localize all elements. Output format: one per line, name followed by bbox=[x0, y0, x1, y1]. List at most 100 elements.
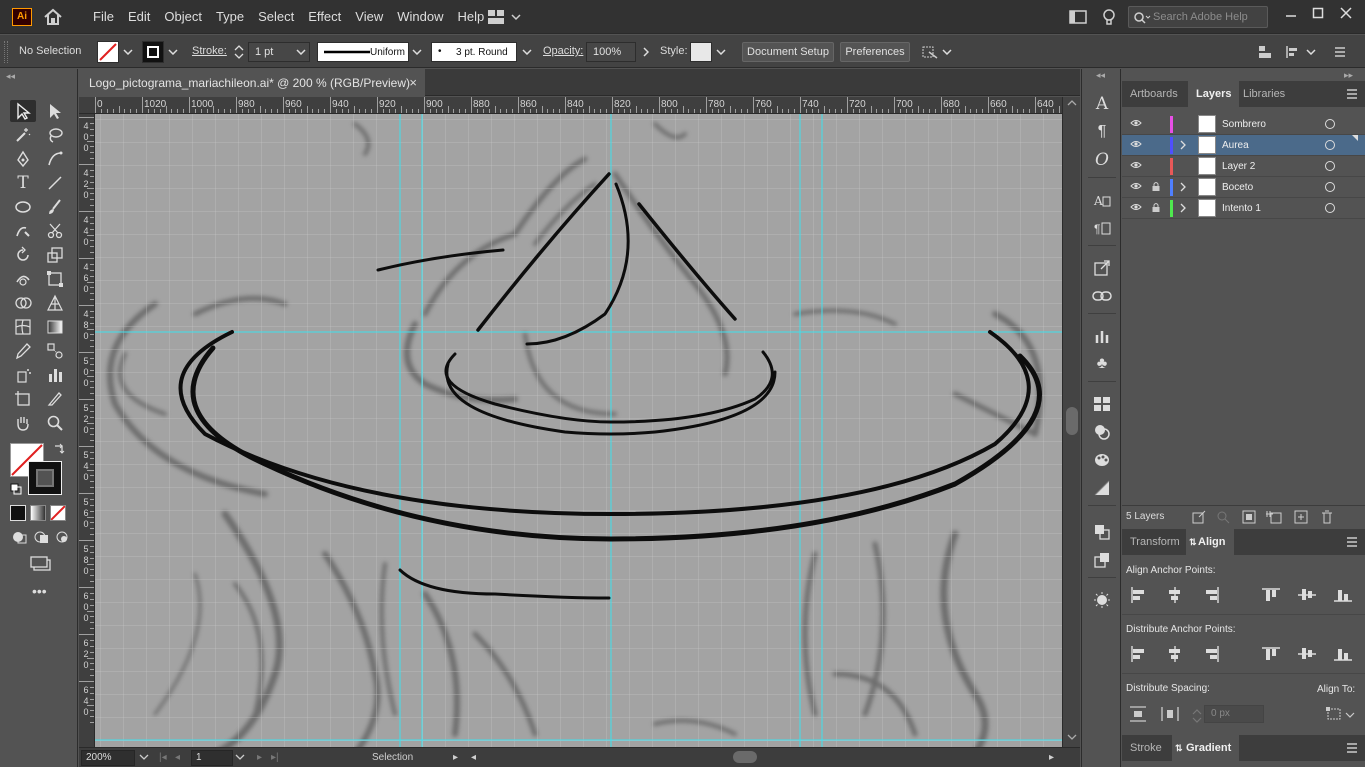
stroke-label[interactable]: Stroke: bbox=[192, 45, 227, 57]
shape-builder-tool-icon[interactable] bbox=[10, 292, 36, 314]
layer-name[interactable]: Sombrero bbox=[1222, 119, 1266, 130]
locate-object-icon[interactable] bbox=[1216, 510, 1230, 524]
horizontal-distribute-space-icon[interactable] bbox=[1160, 705, 1180, 723]
gradient-panel-icon[interactable] bbox=[1091, 477, 1113, 499]
opacity-label[interactable]: Opacity: bbox=[543, 45, 583, 57]
collapse-tools-icon[interactable]: ◂◂ bbox=[6, 71, 15, 82]
scale-tool-icon[interactable] bbox=[42, 244, 68, 266]
last-artboard-icon[interactable]: ▸| bbox=[271, 752, 279, 763]
tab-artboards[interactable]: Artboards bbox=[1122, 81, 1186, 107]
swap-colors-icon[interactable] bbox=[52, 443, 66, 460]
stroke-weight-stepper[interactable] bbox=[232, 42, 246, 62]
pathfinder-icon[interactable] bbox=[1091, 521, 1113, 543]
gradient-panel-menu-icon[interactable] bbox=[1345, 742, 1359, 754]
draw-behind-icon[interactable] bbox=[32, 529, 50, 548]
vertical-scrollbar[interactable] bbox=[1062, 97, 1080, 747]
column-graph-tool-icon[interactable] bbox=[42, 364, 68, 386]
scroll-down-icon[interactable] bbox=[1067, 733, 1077, 741]
expand-layer-icon[interactable] bbox=[1179, 140, 1187, 153]
stroke-dropdown[interactable] bbox=[166, 42, 180, 62]
control-bar-menu-icon[interactable] bbox=[1330, 42, 1350, 62]
vertical-distribute-top-icon[interactable] bbox=[1128, 644, 1150, 664]
scroll-up-icon[interactable] bbox=[1067, 99, 1077, 107]
vertical-scroll-thumb[interactable] bbox=[1066, 407, 1078, 435]
lock-icon[interactable] bbox=[1151, 181, 1161, 195]
document-tab[interactable]: Logo_pictograma_mariachileon.ai* @ 200 %… bbox=[79, 69, 425, 96]
shaper-tool-icon[interactable] bbox=[10, 220, 36, 242]
layer-row[interactable]: Intento 1 bbox=[1122, 198, 1365, 219]
scissors-tool-icon[interactable] bbox=[42, 220, 68, 242]
draw-normal-icon[interactable] bbox=[10, 529, 28, 548]
horizontal-align-center-icon[interactable] bbox=[1164, 585, 1186, 605]
align-to-selector-icon[interactable] bbox=[1326, 705, 1356, 723]
stroke-profile-select[interactable]: Uniform bbox=[317, 42, 409, 62]
export-icon[interactable] bbox=[1091, 257, 1113, 279]
layer-target-icon[interactable] bbox=[1325, 161, 1335, 171]
layer-name[interactable]: Aurea bbox=[1222, 140, 1249, 151]
artboard-dropdown-icon[interactable] bbox=[235, 754, 245, 760]
opacity-field[interactable]: 100% bbox=[586, 42, 636, 62]
make-clipping-mask-icon[interactable] bbox=[1242, 510, 1256, 524]
layers-panel-menu-icon[interactable] bbox=[1345, 88, 1359, 100]
mesh-tool-icon[interactable] bbox=[10, 316, 36, 338]
paintbrush-tool-icon[interactable] bbox=[42, 196, 68, 218]
direct-selection-tool-icon[interactable] bbox=[42, 100, 68, 122]
tab-layers[interactable]: Layers bbox=[1188, 81, 1240, 107]
collapse-panels-icon[interactable]: ▸▸ bbox=[1344, 70, 1353, 81]
image-trace-icon[interactable] bbox=[1091, 589, 1113, 611]
vertical-align-bottom-icon[interactable] bbox=[1332, 585, 1354, 605]
horizontal-distribute-center-icon[interactable] bbox=[1296, 644, 1318, 664]
discover-bulb-icon[interactable] bbox=[1100, 7, 1118, 27]
close-document-icon[interactable]: × bbox=[409, 75, 417, 90]
eyedropper-tool-icon[interactable] bbox=[10, 340, 36, 362]
perspective-grid-tool-icon[interactable] bbox=[42, 292, 68, 314]
visibility-eye-icon[interactable] bbox=[1130, 139, 1142, 152]
visibility-eye-icon[interactable] bbox=[1130, 118, 1142, 131]
warp-tool-icon[interactable] bbox=[10, 268, 36, 290]
ellipse-tool-icon[interactable] bbox=[10, 196, 36, 218]
distribute-icon[interactable] bbox=[1282, 42, 1302, 62]
swatches-icon[interactable] bbox=[1091, 393, 1113, 415]
search-box[interactable] bbox=[1128, 6, 1268, 28]
graphic-style-swatch[interactable] bbox=[690, 42, 712, 62]
align-panel-menu-icon[interactable] bbox=[1345, 536, 1359, 548]
collect-export-icon[interactable] bbox=[1192, 510, 1206, 524]
tab-transform[interactable]: Transform bbox=[1122, 529, 1188, 555]
screen-mode-icon[interactable] bbox=[30, 555, 52, 574]
menu-type[interactable]: Type bbox=[209, 0, 251, 34]
menu-edit[interactable]: Edit bbox=[121, 0, 157, 34]
artboard-tool-icon[interactable] bbox=[10, 388, 36, 410]
tab-align[interactable]: ⇅ Align bbox=[1186, 529, 1234, 555]
horizontal-ruler[interactable]: 0 1020 1000 980 960 940 920 900 880 860 840 820 800 7… bbox=[79, 97, 1066, 114]
brushes-icon[interactable] bbox=[1091, 325, 1113, 347]
vertical-align-top-icon[interactable] bbox=[1260, 585, 1282, 605]
more-tools-icon[interactable]: ••• bbox=[32, 583, 47, 599]
layer-target-icon[interactable] bbox=[1325, 119, 1335, 129]
minimize-button[interactable] bbox=[1278, 0, 1304, 26]
vertical-ruler[interactable]: 400420440460480500520540560580600620640 bbox=[79, 114, 95, 747]
new-sublayer-icon[interactable] bbox=[1266, 510, 1282, 524]
stroke-swatch[interactable] bbox=[142, 41, 164, 63]
type-tool-icon[interactable]: T bbox=[10, 172, 36, 194]
menu-file[interactable]: File bbox=[86, 0, 121, 34]
menu-window[interactable]: Window bbox=[390, 0, 450, 34]
expand-layer-icon[interactable] bbox=[1179, 203, 1187, 216]
collapse-icons-icon[interactable]: ◂◂ bbox=[1096, 70, 1105, 81]
appearance-icon[interactable] bbox=[1091, 421, 1113, 443]
artboards-panel-icon[interactable] bbox=[1091, 549, 1113, 571]
layer-target-icon[interactable] bbox=[1325, 203, 1335, 213]
horizontal-align-left-icon[interactable] bbox=[1128, 585, 1150, 605]
vertical-distribute-bottom-icon[interactable] bbox=[1200, 644, 1222, 664]
color-mode-icon[interactable] bbox=[10, 505, 26, 521]
previous-artboard-icon[interactable]: ◂ bbox=[175, 752, 180, 763]
horizontal-distribute-left-icon[interactable] bbox=[1260, 644, 1282, 664]
next-artboard-icon[interactable]: ▸ bbox=[257, 752, 262, 763]
menu-object[interactable]: Object bbox=[157, 0, 209, 34]
preferences-button[interactable]: Preferences bbox=[840, 42, 910, 62]
layer-name[interactable]: Layer 2 bbox=[1222, 161, 1255, 172]
stroke-color-box[interactable] bbox=[28, 461, 62, 495]
fill-swatch[interactable] bbox=[97, 41, 119, 63]
color-guide-icon[interactable] bbox=[1091, 449, 1113, 471]
zoom-dropdown-icon[interactable] bbox=[139, 754, 149, 760]
delete-layer-icon[interactable] bbox=[1320, 510, 1334, 524]
